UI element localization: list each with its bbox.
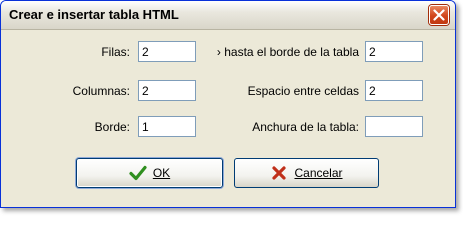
columns-input[interactable] [138, 80, 196, 101]
close-icon [433, 9, 445, 21]
cell-spacing-input[interactable] [365, 80, 423, 101]
cell-spacing-label: Espacio entre celdas [247, 84, 359, 98]
table-dialog: Crear e insertar tabla HTML Filas: Colum… [0, 0, 456, 208]
rows-input[interactable] [138, 41, 196, 62]
cell-padding-input[interactable] [365, 41, 423, 62]
ok-label: OK [152, 166, 171, 180]
title-bar[interactable]: Crear e insertar tabla HTML [1, 1, 455, 30]
checkmark-icon [129, 164, 147, 182]
cancel-label: Cancelar [294, 166, 343, 180]
cell-padding-label: › hasta el borde de la tabla [216, 45, 359, 59]
border-input[interactable] [138, 116, 196, 137]
table-width-label: Anchura de la tabla: [252, 120, 359, 134]
table-width-input[interactable] [365, 116, 423, 137]
cancel-button[interactable]: Cancelar [234, 158, 379, 188]
rows-label: Filas: [101, 45, 130, 59]
dialog-title: Crear e insertar tabla HTML [9, 7, 179, 22]
border-label: Borde: [94, 120, 130, 134]
ok-button[interactable]: OK [76, 158, 223, 188]
close-button[interactable] [429, 5, 449, 25]
x-icon [270, 164, 288, 182]
columns-label: Columnas: [72, 84, 130, 98]
